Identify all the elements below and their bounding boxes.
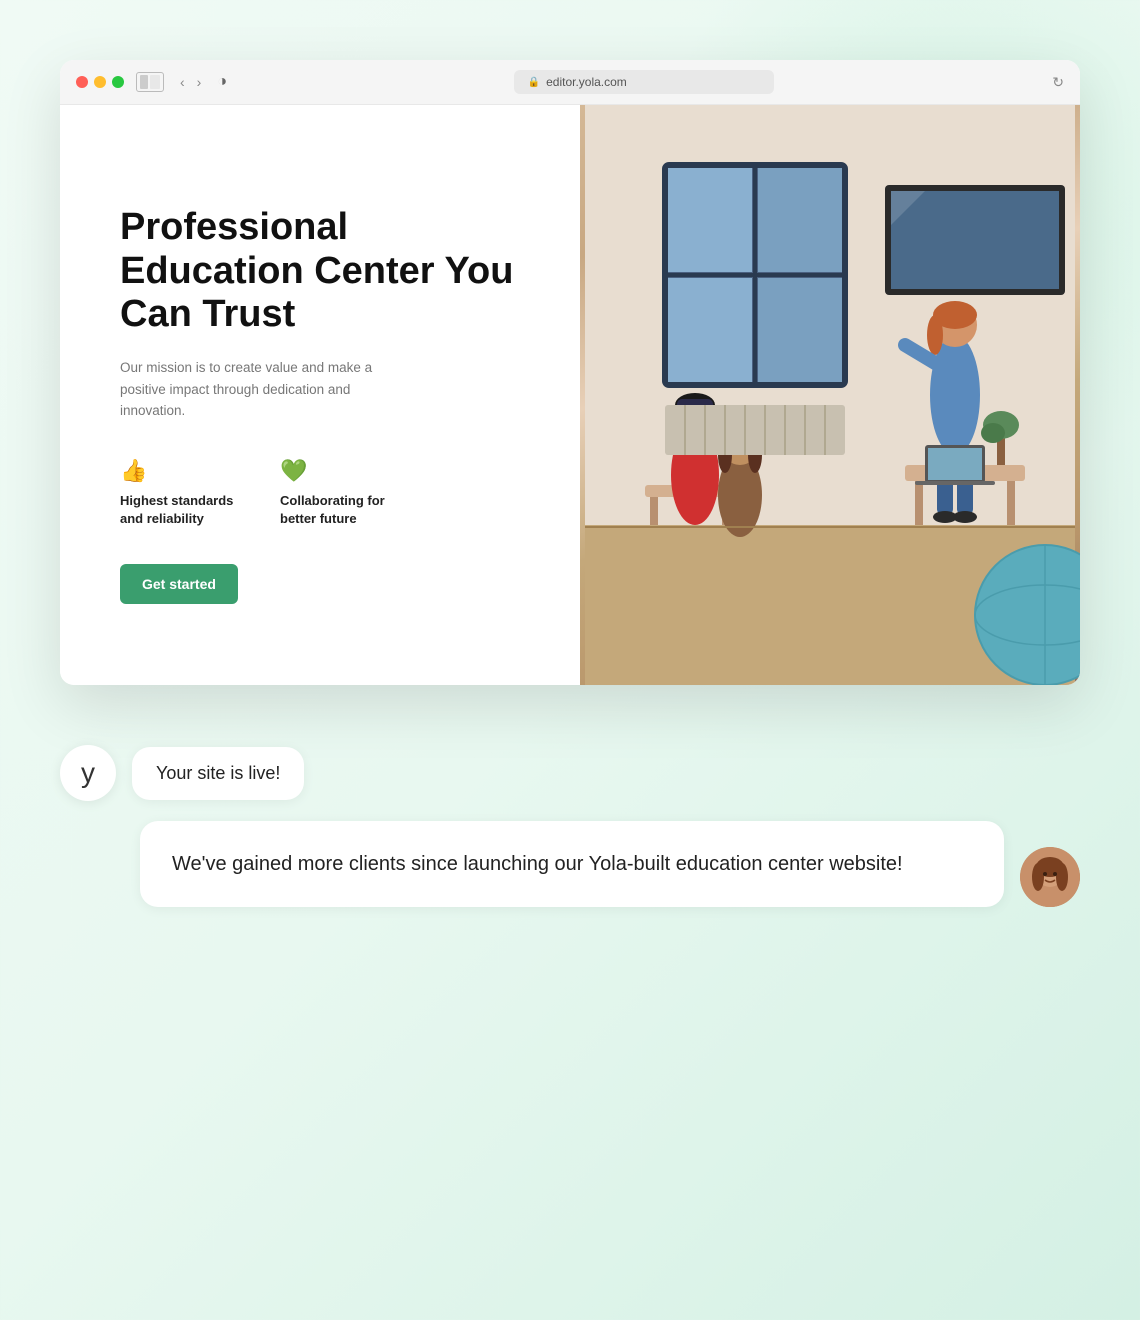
- maximize-button[interactable]: [112, 76, 124, 88]
- chat-bubble-2-text: We've gained more clients since launchin…: [172, 853, 903, 875]
- sidebar-toggle[interactable]: [136, 72, 164, 92]
- features-row: 👍 Highest standards and reliability 💚 Co…: [120, 458, 520, 528]
- heart-icon: 💚: [280, 458, 400, 484]
- chat-section: y Your site is live! We've gained more c…: [60, 725, 1080, 907]
- yola-letter: y: [81, 757, 95, 789]
- hero-left-panel: Professional Education Center You Can Tr…: [60, 105, 580, 685]
- feature-1-label: Highest standards and reliability: [120, 492, 240, 528]
- back-button[interactable]: ‹: [176, 72, 189, 92]
- thumbs-up-icon: 👍: [120, 458, 240, 484]
- hero-image: [580, 105, 1080, 685]
- chat-bubble-1-text: Your site is live!: [156, 763, 280, 783]
- hero-description: Our mission is to create value and make …: [120, 357, 400, 422]
- browser-window: ‹ › ◑ 🔒 editor.yola.com ↻ Professional E…: [60, 60, 1080, 685]
- address-bar[interactable]: 🔒 editor.yola.com: [514, 70, 774, 94]
- minimize-button[interactable]: [94, 76, 106, 88]
- feature-2-label: Collaborating for better future: [280, 492, 400, 528]
- feature-2: 💚 Collaborating for better future: [280, 458, 400, 528]
- get-started-button[interactable]: Get started: [120, 564, 238, 604]
- url-text: editor.yola.com: [546, 75, 627, 89]
- close-button[interactable]: [76, 76, 88, 88]
- chat-bubble-right-wrapper: We've gained more clients since launchin…: [60, 821, 1080, 907]
- chat-bubble-2: We've gained more clients since launchin…: [140, 821, 1004, 907]
- chat-bubble-1: Your site is live!: [132, 747, 304, 800]
- forward-button[interactable]: ›: [193, 72, 206, 92]
- classroom-illustration: [580, 105, 1080, 685]
- reload-button[interactable]: ↻: [1052, 74, 1064, 91]
- feature-1: 👍 Highest standards and reliability: [120, 458, 240, 528]
- browser-content: Professional Education Center You Can Tr…: [60, 105, 1080, 685]
- address-bar-wrapper: 🔒 editor.yola.com: [247, 70, 1040, 94]
- user-avatar: [1020, 847, 1080, 907]
- chat-bubble-left: y Your site is live!: [60, 745, 1080, 801]
- hero-right-panel: [580, 105, 1080, 685]
- nav-controls: ‹ ›: [176, 72, 205, 92]
- browser-chrome: ‹ › ◑ 🔒 editor.yola.com ↻: [60, 60, 1080, 105]
- yola-avatar: y: [60, 745, 116, 801]
- hero-title: Professional Education Center You Can Tr…: [120, 206, 520, 337]
- traffic-lights: [76, 76, 124, 88]
- brightness-icon: ◑: [217, 73, 227, 91]
- lock-icon: 🔒: [528, 77, 540, 88]
